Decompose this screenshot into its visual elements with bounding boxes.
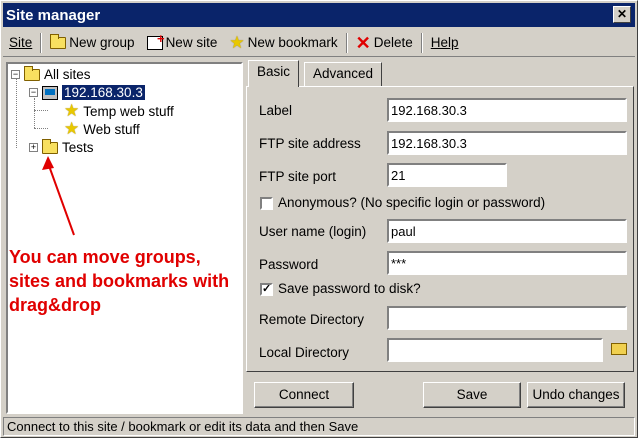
star-icon: ★ — [64, 101, 80, 120]
toolbar-separator — [345, 32, 348, 53]
tree-label: Tests — [62, 140, 94, 155]
local-directory-input[interactable] — [387, 338, 603, 362]
collapse-icon[interactable]: − — [29, 88, 38, 97]
tab-basic[interactable]: Basic — [248, 60, 300, 87]
status-bar: Connect to this site / bookmark or edit … — [3, 417, 635, 436]
save-password-checkbox[interactable]: ✓ — [260, 283, 273, 296]
star-icon: ★ — [229, 32, 245, 52]
menu-site[interactable]: Site — [3, 32, 38, 54]
delete-icon: ✕ — [355, 32, 371, 53]
anonymous-label: Anonymous? (No specific login or passwor… — [278, 195, 546, 210]
tab-content-basic: Label FTP site address FTP site port Ano… — [246, 86, 634, 372]
username-input[interactable] — [387, 219, 627, 243]
star-icon: ★ — [64, 119, 80, 138]
menu-help[interactable]: Help — [425, 32, 465, 54]
password-field-label: Password — [259, 257, 319, 272]
new-site-button[interactable]: New site — [141, 31, 224, 54]
new-site-icon — [146, 31, 165, 50]
tree-label: Temp web stuff — [83, 103, 174, 119]
save-label: Save — [456, 387, 488, 402]
folder-icon — [50, 33, 67, 49]
tab-advanced[interactable]: Advanced — [304, 62, 383, 86]
browse-folder-icon[interactable] — [611, 343, 627, 355]
remote-directory-input[interactable] — [387, 306, 627, 330]
tree-label: 192.168.30.3 — [61, 84, 146, 101]
password-input[interactable] — [387, 251, 627, 275]
new-bookmark-button[interactable]: ★ New bookmark — [223, 32, 343, 54]
tree-line — [34, 98, 35, 128]
computer-icon — [42, 85, 58, 100]
remote-dir-label: Remote Directory — [259, 312, 365, 327]
window-title: Site manager — [6, 6, 101, 24]
user-field-label: User name (login) — [259, 224, 367, 239]
tree-line — [16, 78, 17, 148]
connect-button[interactable]: Connect — [254, 382, 354, 408]
tree-item-all-sites[interactable]: − All sites — [11, 65, 91, 82]
folder-icon — [42, 138, 58, 154]
tree-item-bookmark[interactable]: ★ Temp web stuff — [64, 101, 174, 120]
undo-changes-button[interactable]: Undo changes — [527, 382, 625, 408]
site-tree[interactable]: − All sites − 192.168.30.3 ★ Temp web st… — [6, 62, 243, 414]
save-password-label: Save password to disk? — [278, 281, 421, 296]
tree-label: Web stuff — [83, 121, 140, 137]
save-button[interactable]: Save — [423, 382, 521, 408]
tree-label: All sites — [44, 67, 91, 82]
ftp-address-input[interactable] — [387, 131, 627, 155]
new-group-label: New group — [69, 35, 135, 50]
tab-label: Advanced — [313, 66, 374, 81]
details-panel: Basic Advanced Label FTP site address FT… — [246, 60, 634, 414]
close-button[interactable]: ✕ — [613, 6, 631, 23]
local-dir-label: Local Directory — [259, 345, 350, 360]
new-site-label: New site — [165, 35, 218, 50]
undo-label: Undo changes — [532, 387, 620, 402]
menu-site-label: Site — [9, 35, 33, 50]
label-input[interactable] — [387, 98, 627, 122]
title-bar: Site manager ✕ — [3, 3, 635, 27]
collapse-icon[interactable]: − — [11, 70, 20, 79]
port-field-label: FTP site port — [259, 169, 337, 184]
expand-icon[interactable]: + — [29, 143, 38, 152]
drag-drop-annotation: You can move groups, sites and bookmarks… — [9, 247, 230, 315]
new-group-button[interactable]: New group — [44, 32, 140, 54]
menu-help-label: Help — [430, 35, 459, 50]
tab-label: Basic — [257, 64, 291, 79]
tree-line — [34, 110, 48, 111]
toolbar-separator — [40, 32, 43, 53]
tree-item-site[interactable]: − 192.168.30.3 — [29, 84, 146, 101]
toolbar: Site New group New site ★ New bookmark ✕… — [3, 29, 635, 57]
site-manager-window: Site manager ✕ Site New group New site ★… — [0, 0, 638, 438]
ftp-port-input[interactable] — [387, 163, 507, 187]
new-bookmark-label: New bookmark — [247, 35, 338, 50]
connect-label: Connect — [278, 387, 330, 402]
tree-item-group[interactable]: + Tests — [29, 138, 94, 155]
open-folder-icon — [24, 65, 40, 81]
address-field-label: FTP site address — [259, 136, 361, 151]
anonymous-checkbox[interactable] — [260, 197, 273, 210]
delete-label: Delete — [373, 35, 413, 50]
tree-item-bookmark[interactable]: ★ Web stuff — [64, 119, 140, 138]
toolbar-separator — [420, 32, 423, 53]
delete-button[interactable]: ✕ Delete — [350, 32, 419, 54]
label-field-label: Label — [259, 103, 293, 118]
tree-line — [34, 128, 48, 129]
